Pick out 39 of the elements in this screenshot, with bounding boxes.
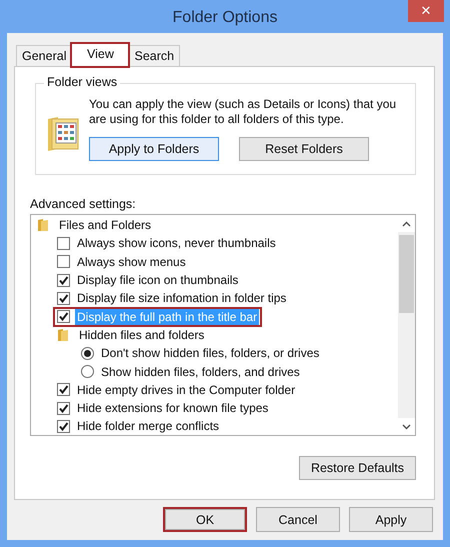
- setting-label[interactable]: Show hidden files, folders, and drives: [99, 364, 302, 380]
- close-button[interactable]: ✕: [408, 0, 444, 22]
- setting-label[interactable]: Hide folder merge conflicts: [75, 418, 222, 434]
- checked-checkbox[interactable]: [57, 420, 70, 433]
- selected-radio-button[interactable]: [81, 346, 94, 360]
- cancel-button[interactable]: Cancel: [256, 507, 340, 532]
- tab[interactable]: General: [16, 45, 72, 66]
- tab[interactable]: View: [71, 43, 130, 67]
- folder-icon: [57, 328, 69, 342]
- radio-button[interactable]: [81, 365, 94, 378]
- apply-to-folders-button[interactable]: Apply to Folders: [89, 137, 219, 161]
- setting-label[interactable]: Display file size infomation in folder tips: [75, 290, 288, 306]
- checkbox[interactable]: [57, 255, 70, 268]
- setting-label[interactable]: Always show menus: [75, 254, 188, 270]
- apply-button[interactable]: Apply: [349, 507, 433, 532]
- checked-checkbox[interactable]: [57, 274, 70, 287]
- setting-label[interactable]: Hide empty drives in the Computer folder: [75, 382, 298, 398]
- checked-checkbox[interactable]: [57, 292, 70, 305]
- checked-checkbox[interactable]: [57, 310, 70, 324]
- setting-label[interactable]: Always show icons, never thumbnails: [75, 235, 278, 252]
- setting-label[interactable]: Hide extensions for known file types: [75, 400, 270, 416]
- advanced-settings-label: Advanced settings:: [30, 197, 137, 211]
- scrollbar-thumb[interactable]: [399, 235, 414, 313]
- setting-label[interactable]: Display file icon on thumbnails: [75, 272, 240, 288]
- checked-checkbox[interactable]: [57, 402, 70, 415]
- setting-label[interactable]: Don't show hidden files, folders, or drives: [99, 345, 322, 362]
- window-title: Folder Options: [172, 8, 278, 26]
- reset-folders-button[interactable]: Reset Folders: [239, 137, 369, 161]
- group-legend: Folder views: [44, 75, 120, 89]
- ok-button[interactable]: OK: [163, 507, 247, 532]
- folder-grid-icon: [46, 115, 80, 153]
- setting-label[interactable]: Hidden files and folders: [77, 326, 206, 343]
- folder-icon: [37, 218, 49, 232]
- setting-label[interactable]: Files and Folders: [57, 217, 154, 234]
- restore-defaults-button[interactable]: Restore Defaults: [299, 456, 416, 480]
- description-text: You can apply the view (such as Details or Icons) that you are using for this folder to all folders of this type.: [89, 97, 398, 127]
- tab[interactable]: Search: [128, 45, 180, 66]
- checked-checkbox[interactable]: [57, 383, 70, 396]
- checkbox[interactable]: [57, 236, 70, 250]
